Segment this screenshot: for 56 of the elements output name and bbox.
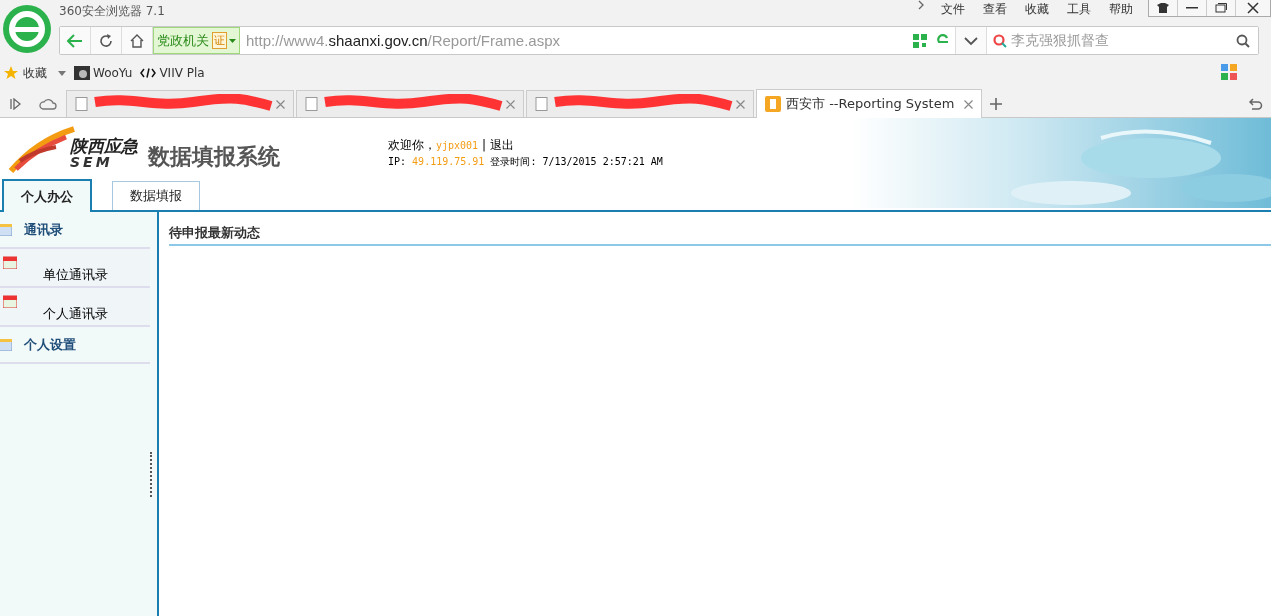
sidebar-item[interactable]: 个人通讯录 [0, 288, 150, 327]
nav-tab[interactable]: 数据填报 [112, 181, 200, 210]
menu-item[interactable]: 工具 [1058, 0, 1100, 18]
close-icon [1247, 2, 1259, 14]
restore-icon [1215, 3, 1227, 13]
new-tab-icon[interactable] [990, 98, 1003, 110]
browser-tab[interactable] [66, 90, 294, 117]
menu-item[interactable]: 查看 [974, 0, 1016, 18]
calendar-icon [3, 294, 17, 308]
site-icon [74, 66, 90, 80]
apps-icon[interactable] [1221, 63, 1237, 83]
bookmark[interactable]: VIIV Pla [140, 66, 205, 80]
close-tab-icon[interactable] [736, 99, 745, 109]
close-button[interactable] [1236, 0, 1270, 16]
report-icon [765, 96, 781, 112]
shirt-icon [1157, 3, 1169, 13]
username: yjpx001 [436, 140, 479, 151]
login-time: 7/13/2015 2:57:21 AM [542, 156, 663, 167]
nav-tab[interactable]: 个人办公 [2, 179, 92, 212]
close-tab-icon[interactable] [506, 99, 515, 109]
caret-icon[interactable] [58, 70, 66, 76]
close-tab-icon[interactable] [276, 99, 285, 109]
section-title: 待申报最新动态 [169, 224, 1271, 246]
login-time-label: 登录时间: [490, 156, 537, 167]
calendar-icon [0, 338, 12, 351]
code-icon [140, 68, 157, 78]
page-icon [75, 97, 89, 111]
bookmark[interactable]: 收藏 [4, 64, 66, 82]
system-title: 数据填报系统 [148, 142, 280, 171]
calendar-icon [0, 223, 12, 236]
minimize-icon [1186, 7, 1198, 9]
page-icon [305, 97, 319, 111]
menu-item[interactable]: 收藏 [1016, 0, 1058, 18]
menu-item[interactable]: 文件 [932, 0, 974, 18]
maximize-button[interactable] [1207, 0, 1236, 16]
skin-button[interactable] [1149, 0, 1178, 16]
browser-tab[interactable] [526, 90, 754, 117]
bookmark[interactable]: WooYu [74, 66, 133, 80]
page-icon [535, 97, 549, 111]
sidebar-item[interactable]: 单位通讯录 [0, 249, 150, 288]
welcome-text: 欢迎你， [388, 138, 436, 152]
sidebar-item[interactable]: 个人设置 [0, 327, 150, 364]
sidebar-toggle-icon[interactable] [10, 98, 22, 110]
menu-item[interactable]: 帮助 [1100, 0, 1142, 18]
star-icon [4, 66, 20, 80]
ip-address: 49.119.75.91 [412, 156, 485, 167]
minimize-button[interactable] [1178, 0, 1207, 16]
logo: 陕西应急 SEM [6, 120, 138, 177]
ip-label: IP: [388, 156, 407, 167]
window-title: 360安全浏览器 7.1 [58, 3, 165, 20]
separator: | [482, 138, 487, 152]
calendar-icon [3, 255, 17, 269]
browser-tab[interactable] [296, 90, 524, 117]
logout-link[interactable]: 退出 [489, 138, 514, 152]
close-tab-icon[interactable] [964, 99, 974, 109]
browser-tab[interactable]: 西安市 --Reporting System [756, 89, 983, 118]
